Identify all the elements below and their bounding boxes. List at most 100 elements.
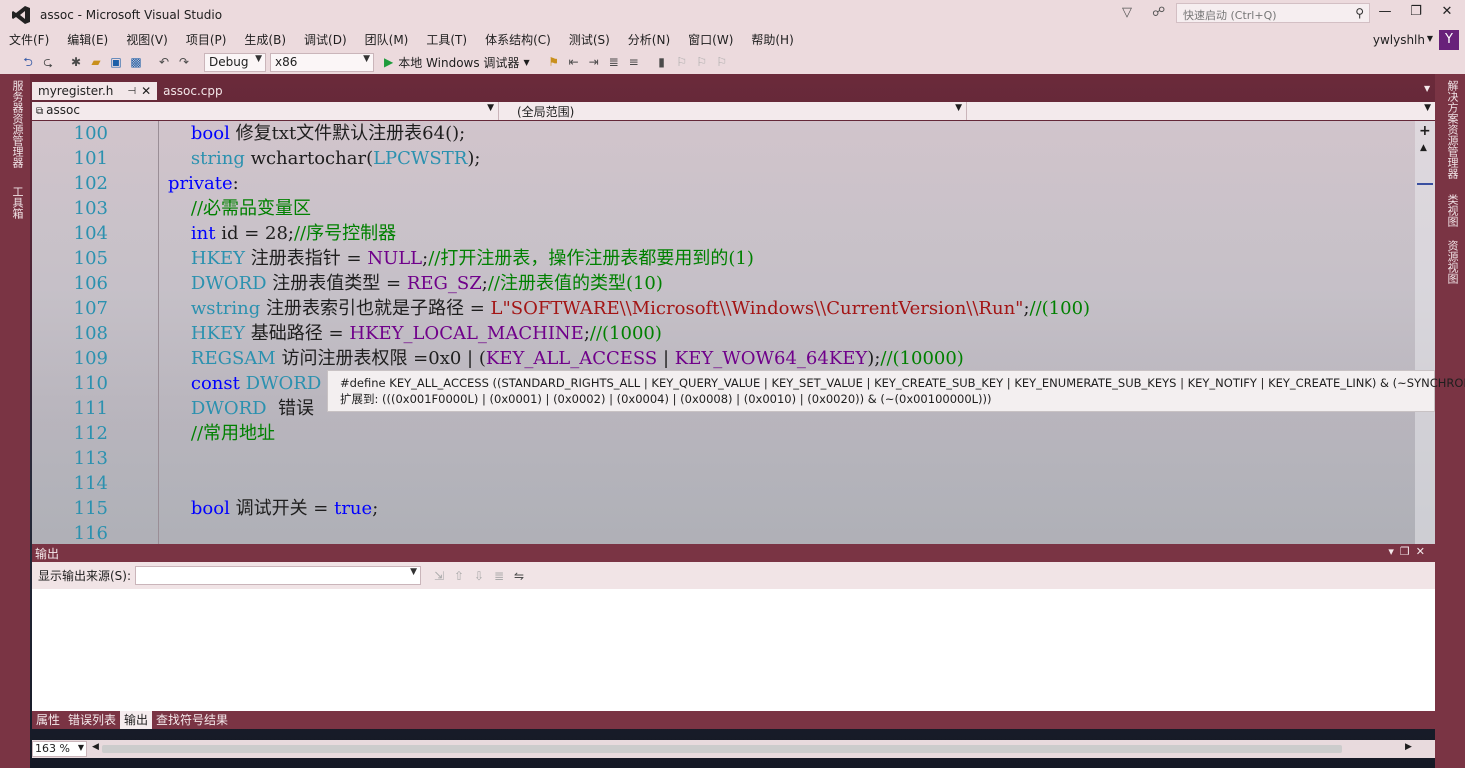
menu-tools[interactable]: 工具(T) (426, 31, 467, 48)
left-tool-rail: 服务器资源管理器 工具箱 (0, 74, 30, 768)
menu-analyze[interactable]: 分析(N) (628, 31, 670, 48)
zoom-select[interactable]: 163 % ▼ (32, 741, 87, 757)
code-line: int id = 28;//序号控制器 (190, 223, 397, 244)
start-debugging-label: 本地 Windows 调试器 (398, 55, 520, 70)
new-project-icon[interactable]: ✱ (68, 54, 84, 70)
tab-properties[interactable]: 属性 (32, 711, 64, 729)
quick-launch-placeholder: 快速启动 (Ctrl+Q) (1183, 9, 1277, 22)
code-line: wstring 注册表索引也就是子路径 = L"SOFTWARE\\Micros… (190, 298, 1091, 319)
user-name[interactable]: ywlyshlh (1373, 33, 1425, 47)
line-number: 107 (73, 298, 108, 319)
menu-architecture[interactable]: 体系结构(C) (485, 31, 551, 48)
standard-toolbar: ⮌ ⮎ ✱ ▰ ▣ ▩ ↶ ↷ Debug ▼ x86 ▼ ▶ 本地 Windows… (0, 50, 1465, 74)
tab-error-list[interactable]: 错误列表 (64, 711, 120, 729)
scroll-up-icon[interactable]: ▲ (1420, 143, 1427, 153)
line-number: 105 (73, 248, 108, 269)
open-file-icon[interactable]: ▰ (88, 54, 104, 70)
editor-zoom-bar: 163 % ▼ ◀ ▶ (32, 740, 1435, 758)
window-position-icon[interactable]: ▾ (1388, 545, 1400, 558)
undo-icon[interactable]: ↶ (156, 54, 172, 70)
feedback-icon[interactable]: ☍ (1152, 5, 1165, 20)
previous-message-icon[interactable]: ⇧ (451, 568, 467, 584)
line-number: 109 (73, 348, 108, 369)
scope-dropdown[interactable]: (全局范围) ▼ (499, 102, 967, 120)
menu-file[interactable]: 文件(F) (9, 31, 49, 48)
search-icon: ⚲ (1355, 6, 1364, 20)
minimize-button[interactable]: — (1375, 4, 1395, 19)
restore-button[interactable]: ❐ (1406, 4, 1426, 19)
step-icon[interactable]: ⇤ (566, 54, 582, 70)
tab-find-symbol-results[interactable]: 查找符号结果 (152, 711, 232, 729)
server-explorer-tab[interactable]: 服务器资源管理器 (9, 80, 25, 168)
tab-label: myregister.h (38, 84, 114, 98)
scroll-left-icon[interactable]: ◀ (92, 742, 99, 752)
redo-icon[interactable]: ↷ (176, 54, 192, 70)
outdent-icon[interactable]: ≡ (626, 54, 642, 70)
back-icon[interactable]: ⮌ (20, 54, 36, 70)
toolbox-tab[interactable]: 工具箱 (9, 186, 25, 219)
menu-view[interactable]: 视图(V) (126, 31, 168, 48)
line-number: 103 (73, 198, 108, 219)
clear-bookmarks-icon[interactable]: ⚐ (714, 54, 730, 70)
project-dropdown[interactable]: ⧉ assoc ▼ (32, 102, 499, 120)
menu-build[interactable]: 生成(B) (244, 31, 286, 48)
chevron-down-icon: ▼ (363, 53, 370, 64)
tab-overflow-icon[interactable]: ▼ (1424, 84, 1430, 93)
clear-all-icon[interactable]: ≣ (491, 568, 507, 584)
prev-bookmark-icon[interactable]: ⚐ (674, 54, 690, 70)
filter-icon[interactable]: ▽ (1122, 5, 1132, 20)
tooltip-definition: #define KEY_ALL_ACCESS ((STANDARD_RIGHTS… (340, 376, 1465, 390)
save-all-icon[interactable]: ▩ (128, 54, 144, 70)
menu-test[interactable]: 测试(S) (569, 31, 610, 48)
resource-view-tab[interactable]: 资源视图 (1444, 240, 1460, 284)
close-button[interactable]: ✕ (1437, 4, 1457, 19)
maximize-icon[interactable]: ❐ (1400, 545, 1416, 558)
tab-output[interactable]: 输出 (120, 711, 153, 729)
editor-vertical-scrollbar[interactable]: + ▲ (1415, 121, 1435, 544)
output-source-select[interactable]: ▼ (135, 566, 422, 585)
solution-explorer-tab[interactable]: 解决方案资源管理器 (1444, 80, 1460, 179)
close-icon[interactable]: ✕ (141, 84, 151, 98)
output-text-area[interactable] (32, 589, 1435, 711)
indent-icon[interactable]: ≣ (606, 54, 622, 70)
platform-value: x86 (275, 54, 298, 69)
find-message-icon[interactable]: ⇲ (431, 568, 447, 584)
class-view-tab[interactable]: 类视图 (1444, 194, 1460, 227)
scroll-position-marker (1417, 183, 1433, 185)
menu-team[interactable]: 团队(M) (365, 31, 409, 48)
forward-icon[interactable]: ⮎ (40, 54, 56, 70)
find-in-files-icon[interactable]: ⚑ (546, 54, 562, 70)
code-editor[interactable]: 100 101 102 103 104 105 106 107 108 109 … (32, 121, 1435, 544)
tab-assoc-cpp[interactable]: assoc.cpp (157, 82, 228, 100)
chevron-down-icon: ▼ (523, 57, 530, 67)
scope-value: (全局范围) (517, 105, 575, 119)
member-dropdown[interactable]: ▼ (967, 102, 1435, 120)
word-wrap-icon[interactable]: ⇋ (511, 568, 527, 584)
code-line: bool 修复txt文件默认注册表64(); (190, 123, 466, 144)
solution-configuration-select[interactable]: Debug ▼ (204, 52, 266, 72)
menu-help[interactable]: 帮助(H) (751, 31, 793, 48)
save-icon[interactable]: ▣ (108, 54, 124, 70)
play-icon: ▶ (384, 55, 394, 69)
split-icon[interactable]: + (1419, 123, 1431, 139)
horizontal-scrollbar[interactable] (102, 745, 1342, 753)
quick-launch-input[interactable]: 快速启动 (Ctrl+Q) ⚲ (1176, 3, 1370, 23)
scroll-right-icon[interactable]: ▶ (1405, 742, 1412, 752)
user-dropdown-icon[interactable]: ▼ (1427, 34, 1433, 43)
bookmark-icon[interactable]: ▮ (654, 54, 670, 70)
menu-edit[interactable]: 编辑(E) (67, 31, 108, 48)
pin-icon[interactable]: ⊣ (127, 86, 136, 97)
avatar[interactable]: Y (1439, 30, 1459, 50)
line-number: 116 (73, 523, 108, 544)
close-icon[interactable]: ✕ (1416, 545, 1431, 558)
menu-project[interactable]: 项目(P) (186, 31, 227, 48)
comment-icon[interactable]: ⇥ (586, 54, 602, 70)
menu-debug[interactable]: 调试(D) (304, 31, 347, 48)
next-bookmark-icon[interactable]: ⚐ (694, 54, 710, 70)
tab-myregister-h[interactable]: myregister.h ⊣ ✕ (32, 82, 158, 100)
next-message-icon[interactable]: ⇩ (471, 568, 487, 584)
solution-platform-select[interactable]: x86 ▼ (270, 52, 374, 72)
code-line: private: (168, 173, 239, 194)
menu-window[interactable]: 窗口(W) (688, 31, 733, 48)
start-debugging-button[interactable]: ▶ 本地 Windows 调试器 ▼ (384, 54, 530, 71)
